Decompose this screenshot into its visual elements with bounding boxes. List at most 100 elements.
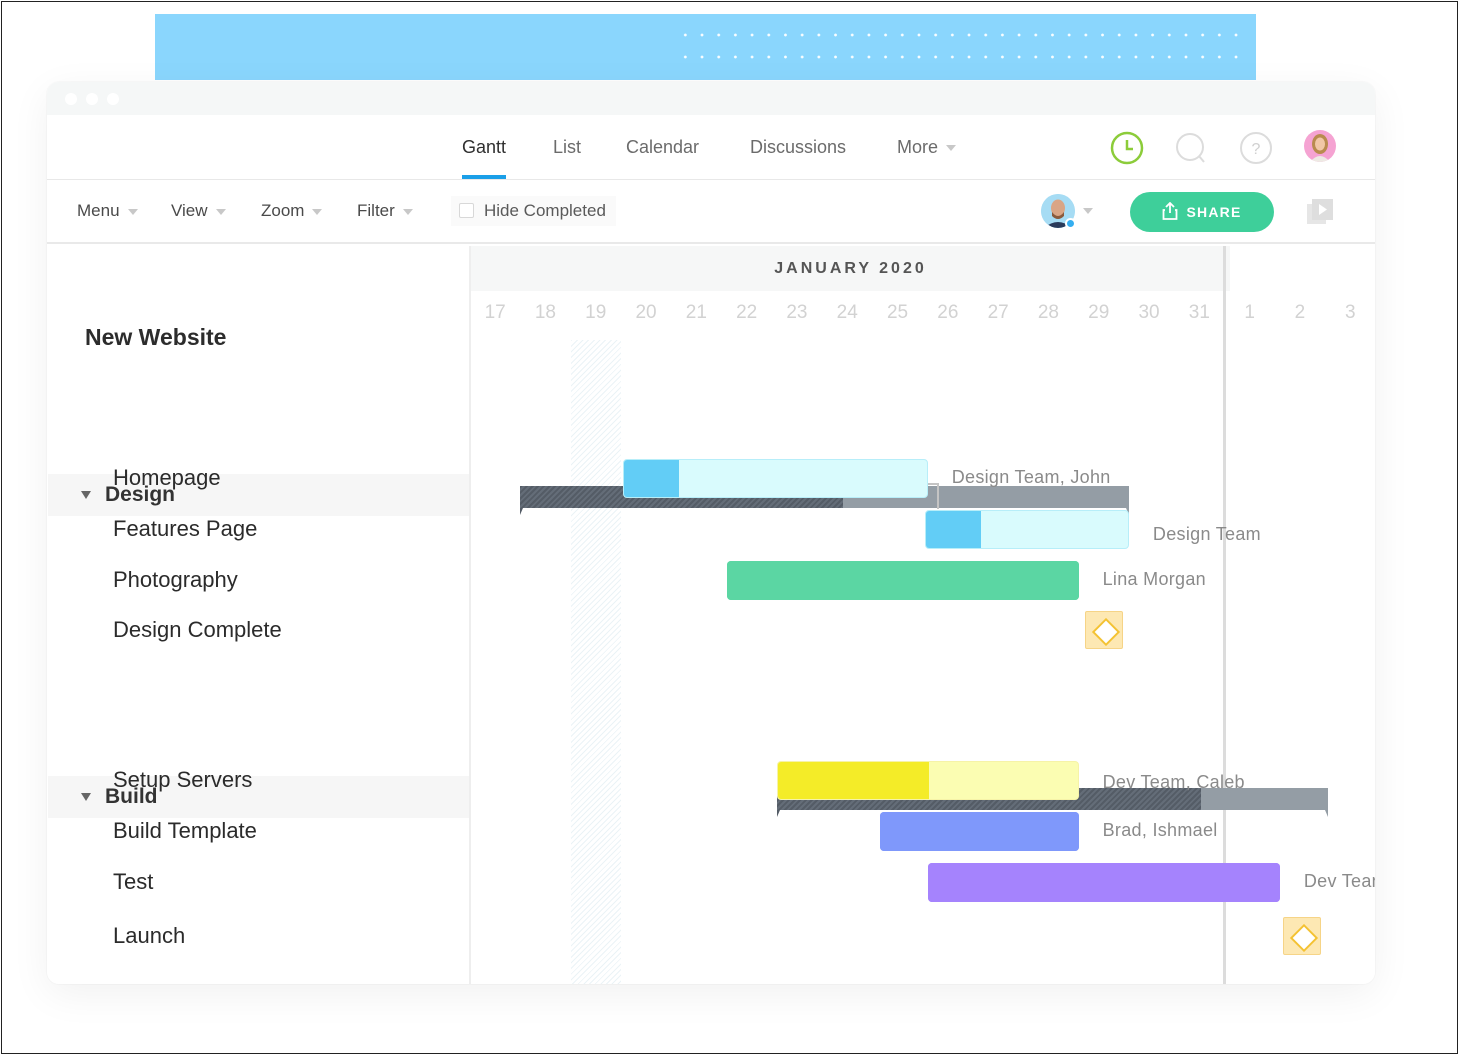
view-dropdown[interactable]: View <box>171 180 226 242</box>
user-avatar[interactable] <box>1304 130 1336 162</box>
search-icon[interactable] <box>1174 131 1208 165</box>
presentation-play-icon[interactable] <box>1306 198 1334 226</box>
assignee-label: Dev Team, Caleb <box>1102 772 1245 792</box>
day-label: 1 <box>1244 302 1255 323</box>
svg-text:?: ? <box>1252 141 1261 158</box>
tab-list[interactable]: List <box>553 115 581 179</box>
tab-label: Gantt <box>462 137 507 157</box>
today-column-highlight <box>570 340 621 984</box>
summary-cap-left <box>776 810 780 817</box>
assignee-label: Design Team, John <box>951 467 1111 487</box>
zoom-label: Zoom <box>261 201 305 220</box>
hide-completed-label: Hide Completed <box>484 201 606 220</box>
task-label[interactable]: Test <box>113 869 153 895</box>
month-label: JANUARY 2020 <box>774 260 927 277</box>
menu-label: Menu <box>77 201 120 220</box>
share-button[interactable]: SHARE <box>1130 192 1274 232</box>
task-bar[interactable] <box>927 863 1280 902</box>
task-progress <box>624 460 680 497</box>
collapse-triangle-icon[interactable] <box>81 793 91 801</box>
task-bar[interactable] <box>623 459 928 498</box>
task-progress <box>726 561 1079 600</box>
clock-icon[interactable] <box>1110 131 1144 165</box>
task-label[interactable]: Build Template <box>113 818 257 844</box>
summary-cap-right <box>1324 810 1328 817</box>
chevron-down-icon <box>215 208 226 215</box>
window-dot-maximize[interactable] <box>107 93 119 105</box>
filter-label: Filter <box>357 201 395 220</box>
view-nav: Gantt List Calendar Discussions More ? <box>47 115 1375 180</box>
menu-dropdown[interactable]: Menu <box>77 180 138 242</box>
gantt-chart: JANUARY 2020 17 18 19 20 21 22 23 24 25 26 27 28 29 3… <box>471 246 1375 984</box>
day-label: 21 <box>685 302 707 323</box>
day-label: 20 <box>635 302 657 323</box>
share-icon <box>1163 202 1178 221</box>
assignee-filter-avatar[interactable] <box>1041 194 1076 229</box>
day-label: 19 <box>585 302 607 323</box>
task-label[interactable]: Launch <box>113 923 185 949</box>
help-icon[interactable]: ? <box>1239 131 1273 165</box>
task-sidebar: New Website Design Homepage Features Page P… <box>48 246 471 984</box>
chevron-down-icon <box>312 208 323 215</box>
chevron-down-icon <box>127 208 138 215</box>
day-label: 2 <box>1294 302 1306 323</box>
assignee-label: Design Team <box>1152 524 1261 544</box>
task-label[interactable]: Homepage <box>113 465 221 491</box>
group-row-build[interactable]: Build <box>48 776 469 818</box>
window-dot-minimize[interactable] <box>86 93 98 105</box>
tab-discussions[interactable]: Discussions <box>750 115 846 179</box>
task-label[interactable]: Features Page <box>113 516 257 542</box>
tab-gantt[interactable]: Gantt <box>462 115 507 179</box>
task-progress <box>926 511 982 548</box>
banner-dot-pattern <box>677 24 1250 74</box>
task-bar[interactable] <box>776 761 1079 800</box>
share-label: SHARE <box>1186 204 1242 220</box>
milestone-diamond-icon[interactable] <box>1084 611 1123 649</box>
tab-label: List <box>553 137 582 157</box>
task-bar[interactable] <box>726 561 1079 600</box>
day-label: 23 <box>786 302 808 323</box>
project-title: New Website <box>85 324 227 350</box>
toolbar: Menu View Zoom Filter Hide Completed SHA… <box>47 180 1375 244</box>
window-titlebar <box>47 82 1375 115</box>
summary-cap-left <box>520 508 524 515</box>
window-dot-close[interactable] <box>65 93 77 105</box>
tab-calendar[interactable]: Calendar <box>626 115 699 179</box>
online-status-dot <box>1065 218 1076 229</box>
assignee-label: Lina Morgan <box>1102 569 1206 589</box>
day-label: 27 <box>987 302 1009 323</box>
task-label[interactable]: Photography <box>113 567 238 593</box>
tab-more[interactable]: More <box>897 115 957 179</box>
app-window: Gantt List Calendar Discussions More ? M… <box>47 82 1375 984</box>
chevron-down-icon[interactable] <box>1083 208 1093 214</box>
day-label: 26 <box>937 302 959 323</box>
tab-label: More <box>897 137 939 157</box>
filter-dropdown[interactable]: Filter <box>357 180 413 242</box>
zoom-dropdown[interactable]: Zoom <box>261 180 323 242</box>
task-progress <box>927 863 1280 902</box>
task-label[interactable]: Setup Servers <box>113 767 252 793</box>
hide-completed-checkbox[interactable] <box>459 202 474 218</box>
day-label: 18 <box>534 302 556 323</box>
milestone-diamond-icon[interactable] <box>1283 917 1322 955</box>
chevron-down-icon <box>402 208 413 215</box>
task-progress <box>879 812 1079 851</box>
collapse-triangle-icon[interactable] <box>81 491 91 499</box>
assignee-label: Brad, Ishmael <box>1102 820 1218 840</box>
task-bar[interactable] <box>879 812 1079 851</box>
group-row-design[interactable]: Design <box>48 474 469 516</box>
day-label: 22 <box>736 302 758 323</box>
day-label: 3 <box>1344 302 1356 323</box>
decorative-banner <box>155 14 1256 80</box>
view-label: View <box>171 201 208 220</box>
task-label[interactable]: Design Complete <box>113 617 282 643</box>
day-label: 25 <box>886 302 909 323</box>
day-label: 28 <box>1037 302 1059 323</box>
task-progress <box>777 762 929 799</box>
page-frame: Gantt List Calendar Discussions More ? M… <box>1 1 1458 1054</box>
day-label: 17 <box>484 302 506 323</box>
day-label: 30 <box>1138 302 1160 323</box>
task-bar[interactable] <box>925 510 1129 549</box>
tab-label: Calendar <box>626 137 700 157</box>
hide-completed-toggle[interactable]: Hide Completed <box>451 196 616 226</box>
